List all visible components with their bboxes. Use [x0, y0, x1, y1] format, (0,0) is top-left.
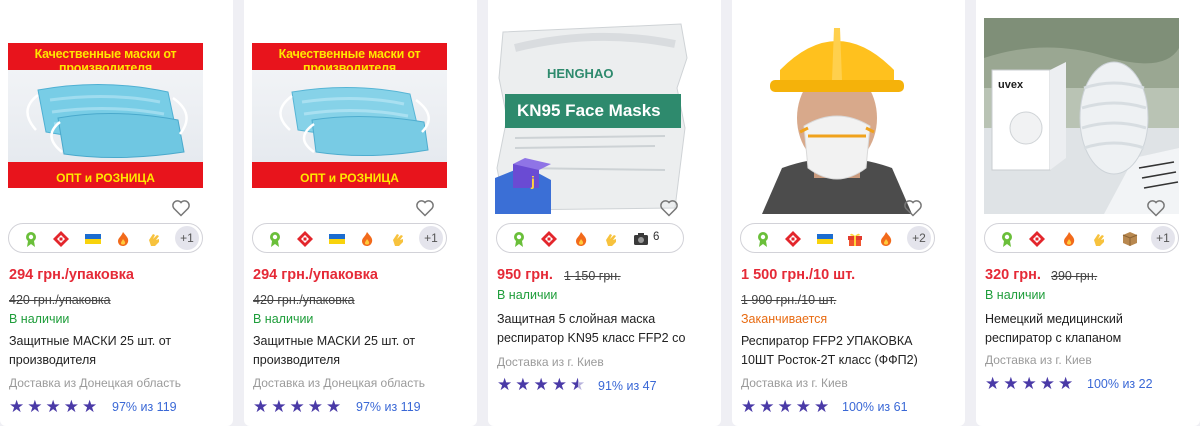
stock-status: В наличии: [985, 288, 1046, 302]
product-title[interactable]: Респиратор FFP2 УПАКОВКА 10ШТ Росток-2Т …: [741, 332, 939, 370]
nova-poshta-icon: [541, 231, 557, 247]
old-price: 420 грн./упаковка: [253, 293, 355, 307]
clap-icon: [1094, 234, 1104, 246]
award-icon: [758, 232, 768, 247]
price: 1 500 грн./10 шт.: [741, 267, 856, 283]
price: 950 грн.: [497, 267, 553, 283]
svg-text:j: j: [530, 173, 535, 189]
product-image[interactable]: uvex: [984, 18, 1179, 214]
heart-icon[interactable]: [171, 198, 191, 218]
nova-poshta-icon: [53, 231, 69, 247]
old-price: 420 грн./упаковка: [9, 293, 111, 307]
rating-text[interactable]: 91% из 47: [598, 379, 657, 393]
price: 320 грн.: [985, 267, 1041, 283]
old-price: 1 900 грн./10 шт.: [741, 293, 837, 307]
price: 294 грн./упаковка: [9, 267, 134, 283]
package-icon: [1122, 232, 1138, 246]
face-masks-photo: [252, 70, 447, 162]
heart-icon[interactable]: [415, 198, 435, 218]
old-price: 1 150 грн.: [564, 269, 621, 283]
fire-icon: [881, 232, 892, 246]
product-title[interactable]: Защитные МАСКИ 25 шт. от производителя: [9, 332, 209, 370]
more-badges-button[interactable]: +2: [907, 226, 931, 250]
delivery-info: Доставка из Донецкая область: [9, 376, 181, 390]
fire-icon: [1064, 232, 1075, 246]
face-masks-photo: [8, 70, 203, 162]
product-title[interactable]: Защитная 5 слойная маска респиратор KN95…: [497, 310, 692, 348]
product-image[interactable]: Качественные маски от производителя ОПТ …: [8, 43, 203, 188]
star-rating: ★ ★ ★ ★ ★: [741, 397, 830, 416]
delivery-info: Доставка из г. Киев: [985, 353, 1092, 367]
heart-icon[interactable]: [659, 198, 679, 218]
award-icon: [270, 232, 280, 247]
ukraine-flag-icon: [817, 234, 833, 244]
delivery-info: Доставка из г. Киев: [741, 376, 848, 390]
image-label-text: KN95 Face Masks: [517, 101, 661, 120]
rating-text[interactable]: 97% из 119: [112, 400, 177, 414]
rating-text[interactable]: 97% из 119: [356, 400, 421, 414]
product-card[interactable]: +2 1 500 грн./10 шт. 1 900 грн./10 шт. З…: [732, 0, 965, 426]
product-card[interactable]: Качественные маски от производителя ОПТ …: [244, 0, 477, 426]
nova-poshta-icon: [785, 231, 801, 247]
award-icon: [1002, 232, 1012, 247]
price: 294 грн./упаковка: [253, 267, 378, 283]
image-banner-text: ОПТ и РОЗНИЦА: [56, 171, 155, 185]
badges-row: 6: [496, 223, 684, 253]
more-badges-button[interactable]: +1: [1151, 226, 1175, 250]
old-price: 390 грн.: [1051, 269, 1098, 283]
product-image[interactable]: Качественные маски от производителя ОПТ …: [252, 43, 447, 188]
product-image[interactable]: [742, 18, 932, 214]
more-badges-button[interactable]: +1: [175, 226, 199, 250]
camera-icon: [634, 233, 648, 245]
more-badges-button[interactable]: +1: [419, 226, 443, 250]
product-title[interactable]: Немецкий медицинский респиратор с клапан…: [985, 310, 1165, 348]
gift-icon: [848, 233, 862, 246]
product-title[interactable]: Защитные МАСКИ 25 шт. от производителя: [253, 332, 453, 370]
badges-row: +2: [740, 223, 935, 253]
nova-poshta-icon: [297, 231, 313, 247]
product-card[interactable]: uvex +1 320 грн. 390 грн. В наличии Неме…: [976, 0, 1200, 426]
badges-row: +1: [8, 223, 203, 253]
heart-icon[interactable]: [1146, 198, 1166, 218]
star-rating: ★ ★ ★ ★ ★: [985, 374, 1074, 393]
ukraine-flag-icon: [85, 234, 101, 244]
image-brand-text: uvex: [998, 79, 1024, 91]
image-banner-text: ОПТ и РОЗНИЦА: [300, 171, 399, 185]
badges-row: +1: [252, 223, 447, 253]
product-image[interactable]: HENGHAO KN95 Face Masks j: [495, 18, 691, 214]
stock-status: В наличии: [9, 312, 70, 326]
image-brand-text: HENGHAO: [547, 66, 613, 81]
star-rating: ★ ★ ★ ★ ★: [253, 397, 342, 416]
fire-icon: [118, 232, 129, 246]
award-icon: [514, 232, 524, 247]
heart-icon[interactable]: [903, 198, 923, 218]
stock-status: В наличии: [253, 312, 314, 326]
award-icon: [26, 232, 36, 247]
photo-count: 6: [653, 231, 660, 243]
product-card[interactable]: HENGHAO KN95 Face Masks j 6 950 грн. 1 1…: [488, 0, 721, 426]
clap-icon: [149, 234, 159, 246]
stock-status: Заканчивается: [741, 312, 828, 326]
ukraine-flag-icon: [329, 234, 345, 244]
clap-icon: [606, 234, 616, 246]
delivery-info: Доставка из Донецкая область: [253, 376, 425, 390]
clap-icon: [393, 234, 403, 246]
badges-row: +1: [984, 223, 1179, 253]
star-rating: ★ ★ ★ ★ ★: [497, 375, 586, 394]
stock-status: В наличии: [497, 288, 558, 302]
delivery-info: Доставка из г. Киев: [497, 355, 604, 369]
rating-text[interactable]: 100% из 61: [842, 400, 908, 414]
star-rating: ★ ★ ★ ★ ★: [9, 397, 98, 416]
product-card[interactable]: Качественные маски от производителя ОПТ …: [0, 0, 233, 426]
fire-icon: [362, 232, 373, 246]
rating-text[interactable]: 100% из 22: [1087, 377, 1153, 391]
fire-icon: [576, 232, 587, 246]
nova-poshta-icon: [1029, 231, 1045, 247]
